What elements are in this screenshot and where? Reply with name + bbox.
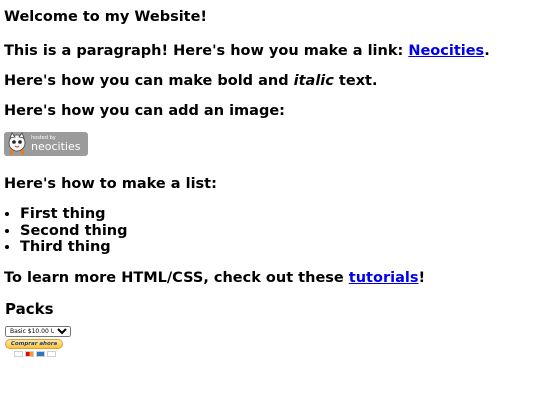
- neocities-badge[interactable]: hosted by neocities: [4, 132, 88, 156]
- pack-select[interactable]: Basic $10.00 USD: [5, 325, 71, 337]
- bullet-list: First thing Second thing Third thing: [4, 206, 536, 256]
- paragraph: This is a paragraph! Here's how you make…: [4, 43, 536, 60]
- visa-icon: [14, 350, 23, 357]
- page: Welcome to my Website! This is a paragra…: [0, 0, 540, 362]
- list-line: Here's how to make a list:: [4, 176, 217, 192]
- tutorials-link[interactable]: tutorials: [349, 270, 419, 286]
- list-item: First thing: [20, 206, 536, 223]
- paypal-icon: [47, 350, 56, 357]
- learn-line: To learn more HTML/CSS, check out these …: [4, 270, 536, 287]
- neocities-link[interactable]: Neocities: [408, 43, 484, 59]
- amex-icon: [36, 350, 45, 357]
- packs-heading: Packs: [5, 299, 54, 318]
- mastercard-icon: [25, 350, 34, 357]
- learn-text: To learn more HTML/CSS, check out these: [4, 269, 349, 286]
- neocities-cat-icon: [8, 132, 26, 155]
- badge-big-text: neocities: [31, 140, 81, 153]
- paragraph-text: This is a paragraph! Here's how you make…: [4, 43, 409, 59]
- page-title: Welcome to my Website!: [4, 9, 208, 25]
- bold-text: Here's how you can make bold and: [4, 73, 294, 89]
- badge-label: hosted by neocities: [31, 136, 81, 153]
- bold-italic-line: Here's how you can make bold and italic …: [4, 73, 536, 90]
- italic-text: italic: [293, 73, 334, 89]
- payment-cards: [14, 350, 536, 357]
- paragraph-end: .: [484, 43, 490, 59]
- buy-now-button[interactable]: Comprar ahora: [5, 338, 63, 349]
- list-item: Third thing: [20, 239, 536, 256]
- learn-end: !: [418, 269, 426, 286]
- bold-text-end: text.: [333, 73, 378, 89]
- image-line: Here's how you can add an image:: [4, 103, 285, 119]
- list-item: Second thing: [20, 223, 536, 240]
